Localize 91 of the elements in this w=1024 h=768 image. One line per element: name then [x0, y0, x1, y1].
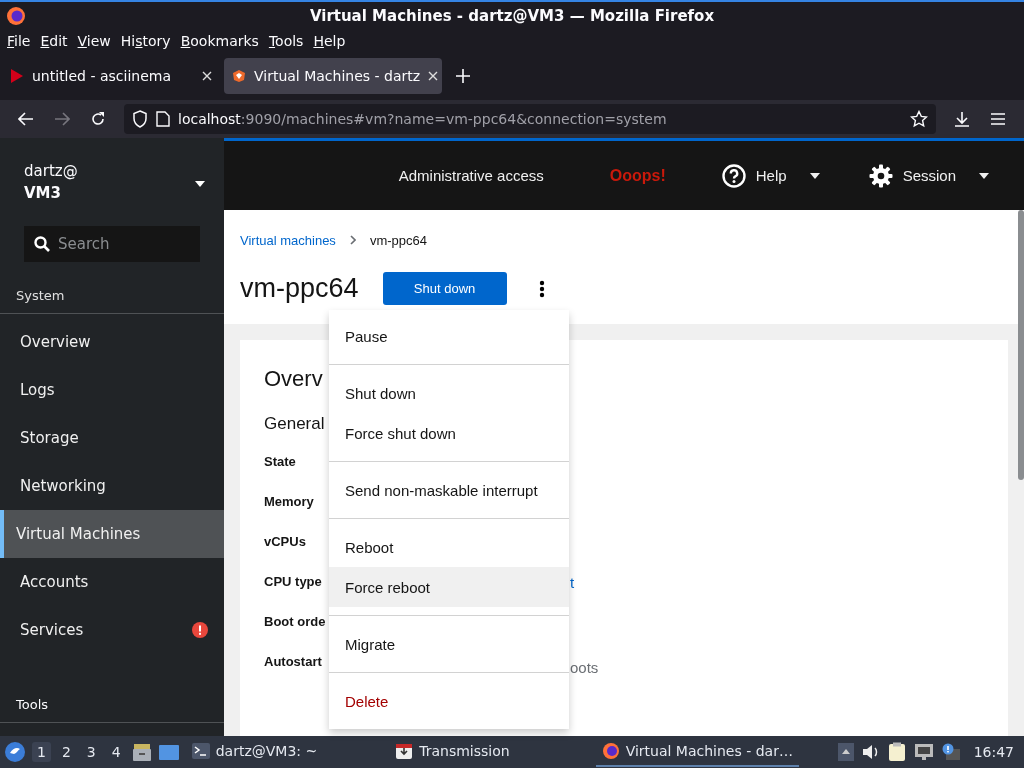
page-icon	[156, 111, 170, 127]
search-field[interactable]: Search	[24, 226, 200, 262]
menu-item[interactable]: Bookmarks	[175, 33, 264, 49]
shut-down-button[interactable]: Shut down	[382, 272, 507, 305]
inbox-icon	[395, 742, 414, 760]
menu-item[interactable]: Delete	[329, 681, 569, 721]
caret-icon	[194, 179, 206, 188]
back-icon[interactable]	[18, 112, 34, 126]
menu-item[interactable]: Send non-maskable interrupt	[329, 470, 569, 510]
firefox-icon	[6, 6, 26, 26]
star-icon[interactable]	[910, 110, 928, 128]
workspace-button[interactable]: 3	[81, 742, 101, 762]
network-icon[interactable]	[913, 743, 934, 761]
taskbar-button[interactable]: Virtual Machines - dar…	[595, 737, 799, 767]
host-name[interactable]: dartz@ VM3	[24, 160, 78, 204]
help-menu[interactable]: Help	[721, 163, 821, 188]
caret-icon	[978, 171, 990, 180]
browser-tab[interactable]: Virtual Machines - dartz	[224, 58, 442, 94]
help-icon	[721, 163, 746, 188]
scrollbar[interactable]	[1018, 210, 1024, 480]
menu-item[interactable]: Migrate	[329, 624, 569, 664]
chevron-icon	[349, 235, 356, 245]
shield-icon	[232, 69, 246, 83]
section-title: General	[264, 414, 325, 433]
taskbar-button[interactable]: Transmission	[389, 737, 516, 767]
menu-item[interactable]: Edit	[35, 33, 73, 49]
speaker-icon[interactable]	[861, 744, 880, 760]
sidebar-item[interactable]: Services	[0, 606, 224, 654]
sidebar-item[interactable]: Virtual Machines	[0, 510, 224, 558]
firefox-icon	[601, 742, 620, 760]
session-menu[interactable]: Session	[868, 163, 990, 188]
window-title: Virtual Machines - dartz@VM3 — Mozilla Firefox	[308, 7, 716, 25]
sidebar-item[interactable]: Overview	[0, 318, 224, 366]
close-icon[interactable]	[202, 71, 212, 81]
kebab-icon[interactable]	[538, 279, 545, 298]
workspace-button[interactable]: 4	[106, 742, 126, 762]
workspace-button[interactable]: 1	[32, 742, 51, 762]
start-icon[interactable]	[4, 741, 26, 763]
file-cabinet-icon[interactable]	[131, 742, 152, 762]
menu-item[interactable]: Shut down	[329, 373, 569, 413]
folder-icon[interactable]	[157, 743, 180, 761]
error-text: Ooops!	[609, 166, 666, 185]
menu-item[interactable]: History	[115, 33, 176, 49]
field-value: oots	[570, 659, 599, 676]
terminal-icon	[191, 743, 210, 759]
field-label: Autostart	[264, 654, 322, 669]
menu-item[interactable]: File	[2, 33, 36, 49]
field-label: Memory	[264, 494, 314, 509]
clock: 16:47	[973, 744, 1014, 760]
sidebar-item[interactable]: Accounts	[0, 558, 224, 606]
breadcrumb-current: vm-ppc64	[369, 232, 427, 248]
reload-icon[interactable]	[90, 111, 106, 127]
field-label: State	[264, 454, 296, 469]
menu-item[interactable]: Force reboot	[329, 567, 569, 607]
card-title: Overv	[264, 366, 323, 391]
field-label: Boot orde	[264, 614, 326, 629]
menu-item[interactable]: Pause	[329, 316, 569, 356]
menu-item[interactable]: Reboot	[329, 527, 569, 567]
sidebar-item[interactable]: Storage	[0, 414, 224, 462]
menu-item[interactable]: Tools	[263, 33, 309, 49]
browser-tab[interactable]: untitled - asciinema	[2, 58, 220, 94]
section-label: System	[15, 287, 66, 305]
access-level[interactable]: Administrative access	[398, 167, 544, 184]
download-icon[interactable]	[954, 111, 970, 127]
workspace-button[interactable]: 2	[56, 742, 76, 762]
play-icon	[10, 68, 24, 84]
menu-item[interactable]: Help	[308, 33, 351, 49]
url-text: localhost:9090/machines#vm?name=vm-ppc64&connection=system	[178, 111, 667, 127]
search-icon	[34, 236, 50, 252]
plus-icon[interactable]	[456, 69, 470, 83]
sidebar-item[interactable]: Logs	[0, 366, 224, 414]
menu-item[interactable]: Force shut down	[329, 413, 569, 453]
sidebar-item[interactable]: Networking	[0, 462, 224, 510]
page-title: vm-ppc64	[240, 273, 359, 304]
caret-icon	[808, 171, 821, 180]
menu-item[interactable]: View	[72, 33, 116, 49]
gear-icon	[868, 163, 893, 188]
arrow-up-icon[interactable]	[837, 743, 854, 761]
field-label: CPU type	[264, 574, 322, 589]
close-icon[interactable]	[428, 71, 439, 81]
breadcrumb-link[interactable]: Virtual machines	[240, 232, 336, 248]
section-label: Tools	[15, 697, 50, 714]
shield-icon[interactable]	[132, 110, 148, 128]
forward-icon[interactable]	[54, 112, 70, 126]
address-bar[interactable]: localhost:9090/machines#vm?name=vm-ppc64&connection=system	[124, 104, 936, 134]
menu-icon[interactable]	[991, 113, 1005, 125]
notification-icon[interactable]	[941, 743, 960, 761]
clipboard-icon[interactable]	[887, 742, 906, 762]
field-value[interactable]: t	[570, 574, 575, 591]
taskbar-button[interactable]: dartz@VM3: ~	[185, 737, 324, 767]
field-label: vCPUs	[264, 534, 306, 549]
